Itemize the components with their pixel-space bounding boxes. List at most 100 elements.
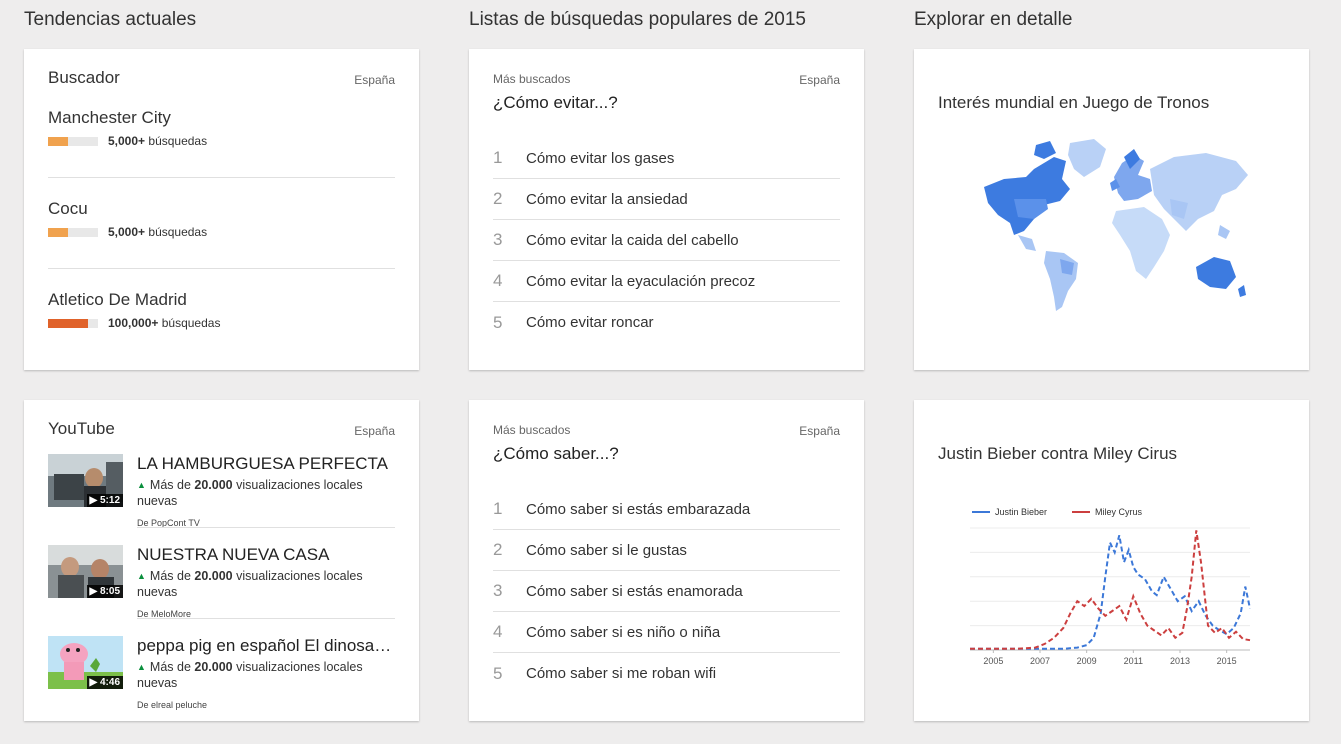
video-thumbnail[interactable]: ▶ 5:12	[48, 454, 123, 507]
world-interest-map-card[interactable]: Interés mundial en Juego de Tronos	[914, 49, 1309, 370]
search-count-value: 100,000+	[108, 316, 159, 330]
card-title: Buscador	[48, 68, 120, 87]
most-searched-label: Más buscados	[493, 72, 571, 86]
video-duration: ▶ 8:05	[86, 585, 123, 598]
trend-name[interactable]: Cocu	[48, 199, 395, 221]
video-duration-value: 8:05	[99, 586, 120, 597]
trend-name[interactable]: Manchester City	[48, 108, 395, 130]
region-label: España	[799, 424, 840, 438]
query-link[interactable]: Cómo evitar los gases	[526, 150, 674, 167]
video-channel[interactable]: De elreal peluche	[137, 700, 207, 710]
query-link[interactable]: Cómo evitar la eyaculación precoz	[526, 273, 755, 290]
world-map[interactable]	[974, 139, 1254, 314]
search-count-suffix: búsquedas	[161, 316, 221, 330]
trend-name[interactable]: Atletico De Madrid	[48, 290, 395, 312]
video-title[interactable]: NUESTRA NUEVA CASA	[137, 545, 395, 565]
trend-item[interactable]: Cocu 5,000+ búsquedas	[48, 199, 395, 240]
search-count-value: 5,000+	[108, 225, 146, 239]
trending-column-title: Tendencias actuales	[24, 9, 197, 30]
video-thumbnail[interactable]: ▶ 8:05	[48, 545, 123, 598]
volume-bar	[48, 136, 98, 146]
list-item[interactable]: 4 Cómo saber si es niño o niña	[493, 612, 840, 653]
rank-number: 2	[493, 189, 503, 208]
list-item[interactable]: 5 Cómo evitar roncar	[493, 302, 840, 343]
divider	[137, 618, 395, 619]
how-to-avoid-card[interactable]: Más buscados España ¿Cómo evitar...? 1 Có…	[469, 49, 864, 370]
x-tick-label: 2013	[1170, 656, 1190, 666]
query-link[interactable]: Cómo saber si le gustas	[526, 542, 687, 559]
video-item[interactable]: ▶ 5:12 LA HAMBURGUESA PERFECTA ▲ Más de 2…	[48, 454, 395, 545]
card-title: Justin Bieber contra Miley Cirus	[938, 444, 1178, 463]
list-item[interactable]: 4 Cómo evitar la eyaculación precoz	[493, 261, 840, 302]
ranked-list: 1 Cómo evitar los gases 2 Cómo evitar la a…	[493, 138, 840, 343]
rank-number: 2	[493, 540, 503, 559]
views-count: 20.000	[194, 569, 233, 583]
divider	[48, 268, 395, 269]
x-tick-label: 2005	[983, 656, 1003, 666]
youtube-trends-card[interactable]: YouTube España ▶ 5:12 LA HAMBURGUESA PER…	[24, 400, 419, 721]
x-tick-label: 2009	[1077, 656, 1097, 666]
list-item[interactable]: 2 Cómo evitar la ansiedad	[493, 179, 840, 220]
query-link[interactable]: Cómo evitar la caida del cabello	[526, 232, 739, 249]
views-count: 20.000	[194, 478, 233, 492]
search-count: 5,000+ búsquedas	[108, 225, 207, 239]
x-tick-label: 2015	[1217, 656, 1237, 666]
rank-number: 3	[493, 581, 503, 600]
video-duration: ▶ 5:12	[86, 494, 123, 507]
views-prefix: Más de	[149, 660, 191, 674]
list-item[interactable]: 2 Cómo saber si le gustas	[493, 530, 840, 571]
video-title[interactable]: LA HAMBURGUESA PERFECTA	[137, 454, 395, 474]
query-link[interactable]: Cómo evitar roncar	[526, 314, 654, 331]
query-link[interactable]: Cómo saber si estás embarazada	[526, 501, 750, 518]
ranked-list: 1 Cómo saber si estás embarazada 2 Cómo sa…	[493, 489, 840, 694]
query-link[interactable]: Cómo saber si es niño o niña	[526, 624, 720, 641]
video-thumbnail[interactable]: ▶ 4:46	[48, 636, 123, 689]
video-views: ▲ Más de 20.000 visualizaciones locales n…	[137, 478, 395, 509]
search-trends-card[interactable]: Buscador España Manchester City 5,000+ b…	[24, 49, 419, 370]
list-title: ¿Cómo evitar...?	[493, 93, 618, 112]
trend-item[interactable]: Manchester City 5,000+ búsquedas	[48, 108, 395, 149]
list-item[interactable]: 3 Cómo saber si estás enamorada	[493, 571, 840, 612]
list-item[interactable]: 3 Cómo evitar la caida del cabello	[493, 220, 840, 261]
comparison-chart-card[interactable]: Justin Bieber contra Miley Cirus 2005 200…	[914, 400, 1309, 721]
views-prefix: Más de	[149, 569, 191, 583]
search-count-value: 5,000+	[108, 134, 146, 148]
region-label: España	[799, 73, 840, 87]
comparison-line-chart[interactable]: 2005 2007 2009 2011 2013 2015 Justin Bieber Mil…	[970, 500, 1255, 675]
video-views: ▲ Más de 20.000 visualizaciones locales n…	[137, 569, 395, 600]
video-item[interactable]: ▶ 4:46 peppa pig en español El dinosauri…	[48, 636, 395, 727]
video-item[interactable]: ▶ 8:05 NUESTRA NUEVA CASA ▲ Más de 20.000…	[48, 545, 395, 636]
search-count-suffix: búsquedas	[148, 225, 208, 239]
x-tick-label: 2011	[1124, 656, 1143, 666]
trending-up-icon: ▲	[137, 662, 146, 672]
list-item[interactable]: 1 Cómo saber si estás embarazada	[493, 489, 840, 530]
views-count: 20.000	[194, 660, 233, 674]
query-link[interactable]: Cómo evitar la ansiedad	[526, 191, 688, 208]
list-item[interactable]: 5 Cómo saber si me roban wifi	[493, 653, 840, 694]
search-count: 100,000+ búsquedas	[108, 316, 220, 330]
rank-number: 5	[493, 663, 503, 683]
x-tick-label: 2007	[1030, 656, 1050, 666]
card-title: YouTube	[48, 419, 115, 438]
trending-up-icon: ▲	[137, 571, 146, 581]
query-link[interactable]: Cómo saber si me roban wifi	[526, 665, 716, 682]
query-link[interactable]: Cómo saber si estás enamorada	[526, 583, 743, 600]
video-duration-value: 4:46	[99, 677, 120, 688]
views-prefix: Más de	[149, 478, 191, 492]
search-count-suffix: búsquedas	[148, 134, 208, 148]
video-views: ▲ Más de 20.000 visualizaciones locales n…	[137, 660, 395, 691]
list-title: ¿Cómo saber...?	[493, 444, 619, 463]
list-item[interactable]: 1 Cómo evitar los gases	[493, 138, 840, 179]
legend-label[interactable]: Justin Bieber	[995, 507, 1047, 517]
how-to-know-card[interactable]: Más buscados España ¿Cómo saber...? 1 Cóm…	[469, 400, 864, 721]
explore-column-title: Explorar en detalle	[914, 9, 1073, 30]
search-count: 5,000+ búsquedas	[108, 134, 207, 148]
divider	[48, 177, 395, 178]
divider	[137, 527, 395, 528]
video-duration-value: 5:12	[99, 495, 120, 506]
trending-up-icon: ▲	[137, 480, 146, 490]
legend-label[interactable]: Miley Cyrus	[1095, 507, 1143, 517]
region-label: España	[354, 424, 395, 438]
video-title[interactable]: peppa pig en español El dinosaurio	[137, 636, 395, 656]
trend-item[interactable]: Atletico De Madrid 100,000+ búsquedas	[48, 290, 395, 331]
